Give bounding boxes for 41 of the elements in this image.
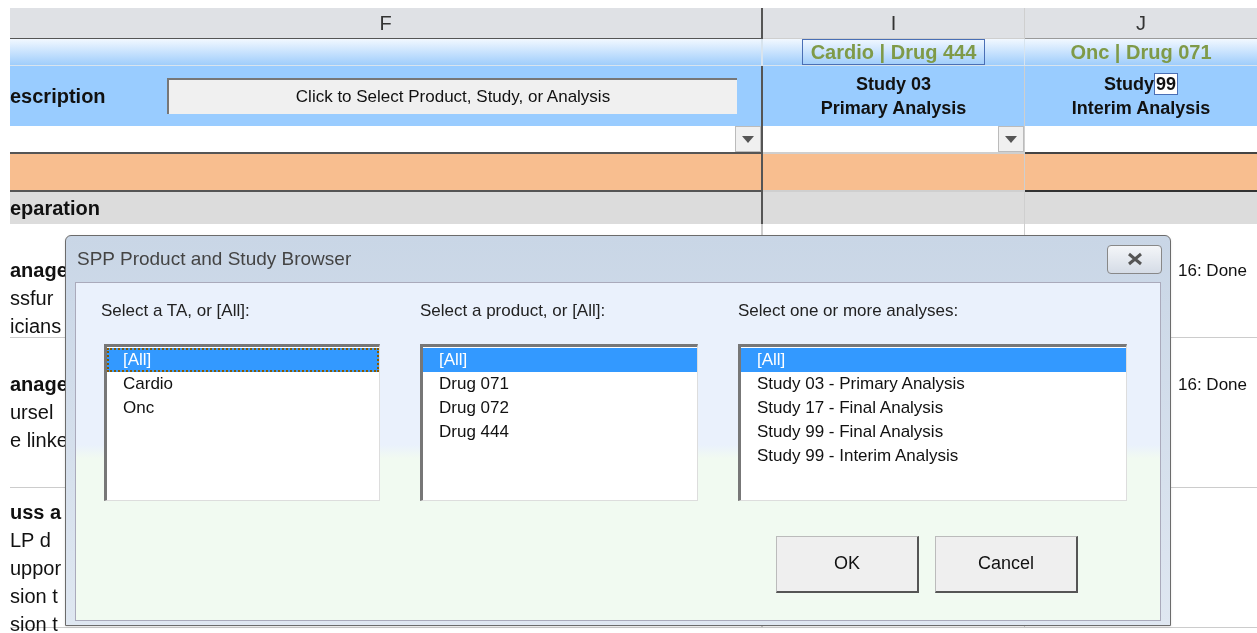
list-box[interactable]: [All] Drug 071 Drug 072 Drug 444: [420, 343, 698, 501]
dialog-button[interactable]: Cancel: [935, 535, 1078, 593]
task-text: sion t: [10, 612, 58, 633]
task-text: icians: [10, 314, 62, 339]
task-text: sion t: [10, 584, 58, 609]
caret-icon: [1005, 135, 1017, 143]
study-label: Study 03: [856, 73, 931, 96]
analysis-label: Interim Analysis: [1071, 97, 1211, 120]
column-letter: J: [1136, 11, 1146, 36]
caret-icon: [742, 135, 754, 143]
status-text: 16: Done: [1178, 374, 1247, 396]
status-text: 16: Done: [1178, 260, 1247, 282]
list-label: Select one or more analyses:: [738, 300, 960, 322]
task-text: e linke: [10, 428, 68, 453]
task-title: uss a: [10, 500, 62, 525]
select-button[interactable]: Click to Select Product, Study, or Analysis: [167, 78, 737, 114]
section-label: eparation: [10, 196, 101, 221]
close-icon: [1125, 252, 1144, 266]
column-letter: I: [890, 11, 897, 36]
study-label: Study: [1103, 73, 1154, 96]
dropdown-button[interactable]: [735, 126, 761, 152]
task-title: anage: [10, 372, 68, 397]
list-box[interactable]: [All] Cardio Onc: [104, 343, 380, 501]
list-label: Select a product, or [All]:: [420, 300, 607, 322]
list-label: Select a TA, or [All]:: [101, 300, 251, 322]
dialog-title: SPP Product and Study Browser: [77, 246, 352, 271]
list-box[interactable]: [All] Study 03 - Primary Analysis Study 17 - Final Analysis Study 99 - Final Analysis Study 99 - Interim Analysis: [738, 343, 1127, 501]
dropdown-button[interactable]: [998, 126, 1024, 152]
task-text: ursel: [10, 400, 54, 425]
task-text: ssfur: [10, 286, 54, 311]
study-number: 99: [1154, 73, 1178, 95]
task-text: LP d: [10, 528, 51, 553]
column-letter: F: [379, 11, 392, 36]
column-title: escription: [10, 84, 107, 109]
dialog-button[interactable]: OK: [776, 535, 919, 593]
task-text: uppor: [10, 556, 62, 581]
close-button[interactable]: [1107, 244, 1162, 274]
task-title: anage: [10, 258, 68, 283]
analysis-label: Primary Analysis: [820, 97, 967, 120]
product-label: Cardio | Drug 444: [801, 39, 986, 65]
product-label: Onc | Drug 071: [1069, 40, 1213, 65]
